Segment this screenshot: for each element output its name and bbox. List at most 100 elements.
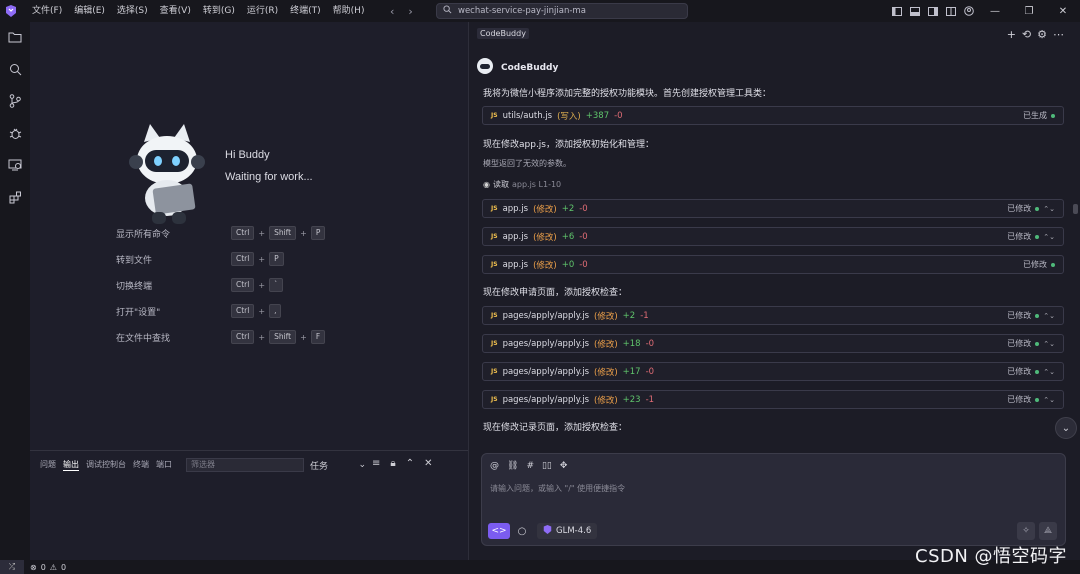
read-reference[interactable]: ◉ 读取 app.js L1-10 [483, 179, 561, 190]
menu-view[interactable]: 查看(V) [154, 0, 197, 22]
menu-terminal[interactable]: 终端(T) [284, 0, 327, 22]
tab-output[interactable]: 输出 [63, 459, 79, 471]
mention-icon[interactable]: @ [490, 461, 499, 471]
more-icon[interactable]: ⋯ [1053, 28, 1064, 41]
assistant-message: 现在修改申请页面，添加授权检查： [483, 288, 628, 298]
expand-icon[interactable]: ⌃⌄ [1043, 396, 1055, 404]
chat-mode-button[interactable]: ○ [512, 523, 532, 539]
maximize-panel-icon[interactable]: ⌃ [406, 458, 414, 469]
problems-status[interactable]: ⊗ 0 ⚠ 0 [30, 563, 66, 572]
menu-file[interactable]: 文件(F) [26, 0, 68, 22]
expand-icon[interactable]: ⌃⌄ [1043, 368, 1055, 376]
shortcut-label: 打开"设置" [116, 307, 161, 318]
lines-added: +0 [561, 259, 575, 270]
tab-terminal[interactable]: 终端 [133, 459, 149, 471]
shortcut-label: 显示所有命令 [116, 229, 171, 240]
assistant-name: CodeBuddy [501, 62, 559, 73]
file-change-card[interactable]: JS pages/apply/apply.js (修改) +23 -1 已修改 ⌃… [482, 390, 1064, 409]
chat-scrollbar[interactable] [1073, 204, 1078, 214]
customize-layout-icon[interactable] [942, 0, 960, 22]
status-dot-icon [1051, 262, 1055, 267]
forward-arrow-icon[interactable]: › [408, 5, 412, 18]
key: P [310, 226, 326, 240]
file-change-card[interactable]: JS utils/auth.js (写入) +387 -0 已生成 [482, 106, 1064, 125]
chat-input-box[interactable]: @ ⛓ # ▯▯ ✥ 请输入问题，或输入 "/" 使用便捷指令 <> ○ GLM… [481, 453, 1066, 546]
eye-icon: ◉ [483, 180, 490, 189]
shortcut-row[interactable]: 转到文件 Ctrl + P [116, 246, 416, 272]
back-arrow-icon[interactable]: ‹ [390, 5, 394, 18]
editor-welcome-area: Hi Buddy Waiting for work... 显示所有命令 Ctrl… [30, 22, 468, 450]
file-change-card[interactable]: JS pages/apply/apply.js (修改) +17 -0 已修改 ⌃… [482, 362, 1064, 381]
menu-run[interactable]: 运行(R) [241, 0, 284, 22]
toggle-sidebar-icon[interactable] [888, 0, 906, 22]
source-control-icon[interactable] [6, 92, 24, 110]
extensions-icon[interactable] [6, 188, 24, 206]
file-change-card[interactable]: JS app.js (修改) +0 -0 已修改 [482, 255, 1064, 274]
expand-icon[interactable]: ⌃⌄ [1043, 312, 1055, 320]
lock-icon[interactable]: 🔒︎ [390, 458, 395, 469]
minimize-icon[interactable]: — [978, 0, 1012, 22]
history-icon[interactable]: ⟲ [1022, 28, 1031, 41]
assistant-message: 我将为微信小程序添加完整的授权功能模块。首先创建授权管理工具类： [483, 89, 772, 99]
rules-icon[interactable]: # [526, 461, 534, 471]
toggle-panel-icon[interactable] [906, 0, 924, 22]
shortcut-row[interactable]: 打开"设置" Ctrl + , [116, 298, 416, 324]
assistant-message: 现在修改app.js，添加授权初始化和管理： [483, 140, 654, 150]
remote-indicator-icon[interactable]: ⤮ [0, 560, 24, 574]
explorer-icon[interactable] [6, 28, 24, 46]
file-change-card[interactable]: JS pages/apply/apply.js (修改) +2 -1 已修改 ⌃⌄ [482, 306, 1064, 325]
lines-removed: -1 [645, 394, 655, 405]
activity-bar [0, 22, 30, 560]
menu-selection[interactable]: 选择(S) [111, 0, 154, 22]
account-icon[interactable] [960, 0, 978, 22]
change-tag: (修改) [594, 339, 618, 350]
filter-input[interactable]: 筛选器 [186, 458, 304, 472]
remote-explorer-icon[interactable] [6, 156, 24, 174]
book-icon[interactable]: ▯▯ [542, 461, 552, 471]
close-panel-icon[interactable]: ✕ [424, 458, 432, 469]
shortcut-row[interactable]: 显示所有命令 Ctrl + Shift + P [116, 220, 416, 246]
file-change-card[interactable]: JS app.js (修改) +6 -0 已修改 ⌃⌄ [482, 227, 1064, 246]
toggle-secondary-sidebar-icon[interactable] [924, 0, 942, 22]
expand-icon[interactable]: ⌃⌄ [1043, 340, 1055, 348]
word-wrap-icon[interactable]: ≡ [372, 458, 380, 469]
menu-go[interactable]: 转到(G) [197, 0, 241, 22]
task-select[interactable]: 任务 ⌄ [307, 458, 369, 472]
new-chat-icon[interactable]: + [1007, 28, 1016, 41]
close-icon[interactable]: ✕ [1046, 0, 1080, 22]
warning-icon: ⚠ [49, 562, 57, 572]
expand-icon[interactable]: ⌃⌄ [1043, 205, 1055, 213]
scroll-to-bottom-button[interactable]: ⌄ [1055, 417, 1077, 439]
enhance-prompt-icon[interactable]: ✧ [1017, 522, 1035, 540]
change-tag: (修改) [533, 204, 557, 215]
key: Ctrl [231, 252, 255, 266]
link-icon[interactable]: ⛓ [507, 461, 518, 471]
sparkle-icon[interactable]: ✥ [560, 461, 568, 471]
codebuddy-tab[interactable]: CodeBuddy [477, 28, 529, 39]
shortcut-row[interactable]: 切换终端 Ctrl + ` [116, 272, 416, 298]
code-mode-button[interactable]: <> [488, 523, 510, 539]
menu-help[interactable]: 帮助(H) [327, 0, 371, 22]
debug-icon[interactable] [6, 124, 24, 142]
lines-removed: -0 [579, 231, 588, 242]
settings-icon[interactable]: ⚙ [1037, 28, 1047, 41]
restore-icon[interactable]: ❐ [1012, 0, 1046, 22]
model-selector[interactable]: GLM-4.6 [537, 523, 598, 539]
send-icon[interactable]: ⟁ [1039, 522, 1057, 540]
expand-icon[interactable]: ⌃⌄ [1043, 233, 1055, 241]
chat-toolbar: + ⟲ ⚙ ⋯ [1007, 28, 1064, 41]
command-center-search[interactable]: wechat-service-pay-jinjian-ma [436, 3, 688, 19]
search-sidebar-icon[interactable] [6, 60, 24, 78]
tab-debug-console[interactable]: 调试控制台 [86, 459, 126, 471]
js-file-icon: JS [491, 340, 498, 347]
menu-edit[interactable]: 编辑(E) [68, 0, 111, 22]
tab-problems[interactable]: 问题 [40, 459, 56, 471]
file-change-card[interactable]: JS pages/apply/apply.js (修改) +18 -0 已修改 ⌃… [482, 334, 1064, 353]
change-status: 已修改 [1023, 256, 1055, 273]
chat-input-field[interactable]: 请输入问题，或输入 "/" 使用便捷指令 [490, 483, 625, 494]
shortcut-row[interactable]: 在文件中查找 Ctrl + Shift + F [116, 324, 416, 350]
file-name: pages/apply/apply.js [502, 338, 590, 349]
assistant-header: CodeBuddy [477, 58, 558, 77]
file-change-card[interactable]: JS app.js (修改) +2 -0 已修改 ⌃⌄ [482, 199, 1064, 218]
tab-ports[interactable]: 端口 [156, 459, 172, 471]
